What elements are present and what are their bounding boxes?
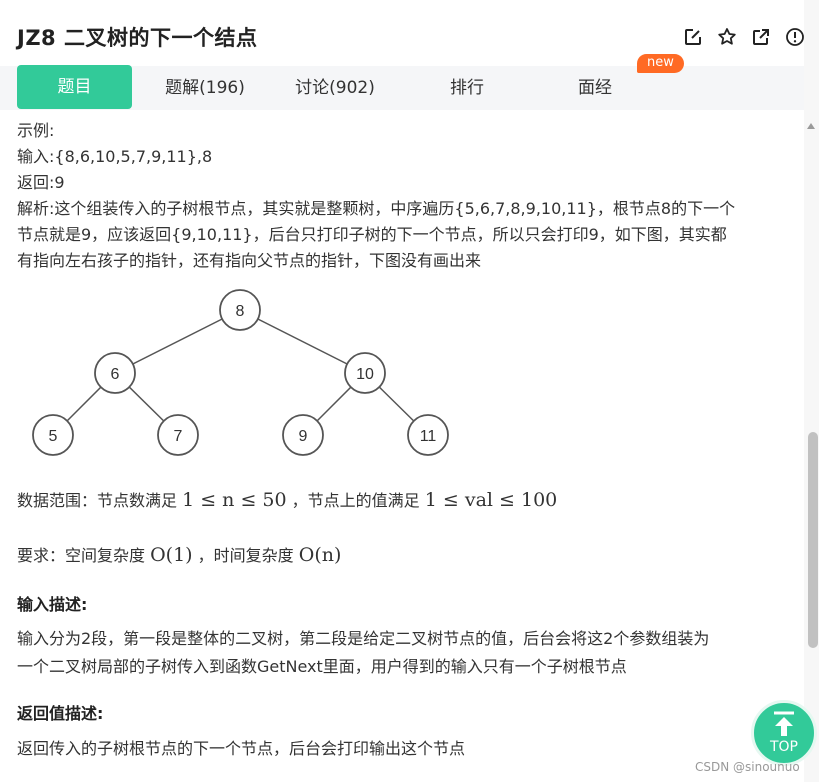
tree-node-label: 8 (236, 303, 245, 320)
scroll-up-arrow-icon[interactable] (807, 123, 815, 129)
return-description-line: 返回传入的子树根节点的下一个节点，后台会打印输出这个节点 (17, 739, 466, 758)
page-title: JZ8 二叉树的下一个结点 (17, 26, 258, 50)
input-description-line: 输入分为2段，第一段是整体的二叉树，第二段是给定二叉树节点的值，后台会将这2个参… (17, 629, 710, 648)
star-icon[interactable] (716, 26, 738, 48)
data-range: 数据范围：节点数满足 1 ≤ n ≤ 50 ，节点上的值满足 1 ≤ val ≤… (17, 487, 557, 511)
example-input: 输入:{8,6,10,5,7,9,11},8 (17, 147, 213, 166)
header: JZ8 二叉树的下一个结点 (0, 0, 804, 66)
tab-ranking[interactable]: 排行 (412, 66, 522, 110)
watermark: CSDN @sinounuo (695, 760, 800, 774)
scrollbar-track[interactable] (804, 0, 819, 782)
example-return: 返回:9 (17, 173, 65, 192)
data-range-prefix: 数据范围：节点数满足 (17, 491, 183, 510)
data-range-middle: ，节点上的值满足 (286, 491, 425, 510)
tab-discussion[interactable]: 讨论(902) (280, 66, 390, 110)
math-formula: 1 ≤ n ≤ 50 (182, 489, 287, 511)
info-icon[interactable] (784, 26, 806, 48)
explanation-line: 节点就是9，应该返回{9,10,11}，后台只打印子树的下一个节点，所以只会打印… (17, 225, 727, 244)
scrollbar-thumb[interactable] (808, 432, 818, 648)
tree-node-label: 10 (356, 366, 374, 383)
tree-node-label: 5 (49, 428, 58, 445)
edit-icon[interactable] (682, 26, 704, 48)
math-formula: 1 ≤ val ≤ 100 (424, 489, 558, 511)
back-to-top-button[interactable]: TOP (751, 700, 817, 766)
math-formula: O(n) (298, 544, 342, 566)
requirement-prefix: 要求：空间复杂度 (17, 546, 151, 565)
return-description-heading: 返回值描述: (17, 704, 104, 723)
example-label: 示例: (17, 121, 55, 140)
tree-node-label: 11 (420, 428, 437, 445)
binary-tree-diagram: 8 6 10 5 7 9 11 (32, 289, 449, 456)
explanation-line: 解析:这个组装传入的子树根节点，其实就是整颗树，中序遍历{5,6,7,8,9,1… (17, 199, 736, 218)
input-description-line: 一个二叉树局部的子树传入到函数GetNext里面，用户得到的输入只有一个子树根节… (17, 657, 627, 676)
share-icon[interactable] (750, 26, 772, 48)
tree-node-label: 9 (299, 428, 308, 445)
back-to-top-label: TOP (769, 739, 798, 755)
requirement-middle: ，时间复杂度 (192, 546, 299, 565)
math-formula: O(1) (150, 544, 193, 566)
tab-solutions[interactable]: 题解(196) (150, 66, 260, 110)
requirement: 要求：空间复杂度 O(1) ，时间复杂度 O(n) (17, 542, 341, 566)
input-description-heading: 输入描述: (17, 595, 88, 614)
tab-problem[interactable]: 题目 (17, 65, 132, 109)
tab-interview[interactable]: 面经 (540, 66, 650, 110)
tab-bar: 题目 题解(196) 讨论(902) 排行 面经 (0, 65, 804, 110)
header-actions (682, 26, 806, 48)
tree-node-label: 6 (111, 366, 120, 383)
explanation-line: 有指向左右孩子的指针，还有指向父节点的指针，下图没有画出来 (17, 251, 482, 270)
new-badge: new (637, 54, 684, 73)
arrow-up-icon (774, 711, 794, 736)
tree-node-label: 7 (174, 428, 183, 445)
problem-description: 示例: 输入:{8,6,10,5,7,9,11},8 返回:9 解析:这个组装传… (17, 118, 797, 274)
